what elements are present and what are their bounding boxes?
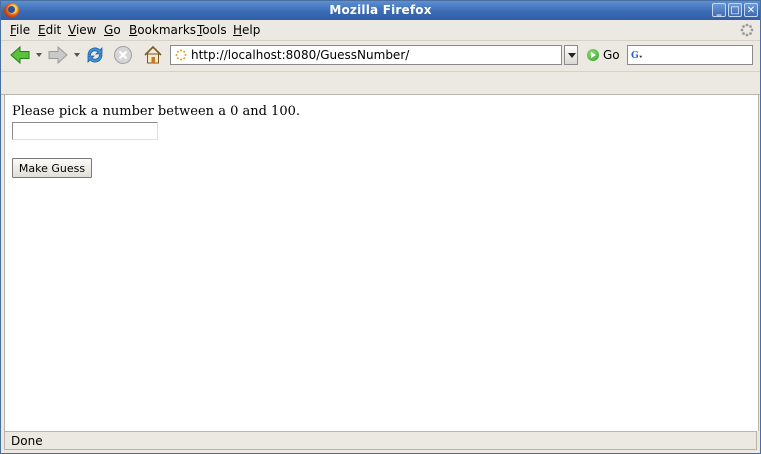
loading-favicon-icon (175, 49, 187, 61)
go-label: Go (603, 48, 620, 62)
svg-text:G: G (631, 51, 639, 61)
url-bar[interactable] (170, 45, 562, 65)
status-text: Done (11, 434, 43, 448)
forward-arrow-icon[interactable] (47, 45, 69, 65)
maximize-button[interactable]: □ (728, 3, 742, 17)
home-icon[interactable] (142, 44, 164, 66)
google-search-engine-icon[interactable]: G (631, 49, 643, 61)
go-arrow-icon (587, 49, 599, 61)
make-guess-button[interactable]: Make Guess (12, 158, 92, 178)
guess-input[interactable] (12, 122, 158, 140)
window-title: Mozilla Firefox (329, 3, 432, 17)
menu-go[interactable]: Go (104, 23, 121, 37)
menu-tools[interactable]: Tools (197, 23, 227, 37)
menu-view[interactable]: View (68, 23, 96, 37)
guess-prompt: Please pick a number between a 0 and 100… (12, 104, 300, 119)
reload-icon[interactable] (84, 44, 106, 66)
minimize-button[interactable]: _ (712, 3, 726, 17)
stop-icon[interactable] (113, 45, 133, 65)
menu-help[interactable]: Help (233, 23, 260, 37)
back-history-dropdown-icon[interactable] (36, 53, 42, 57)
throbber-icon (740, 23, 754, 37)
back-arrow-icon[interactable] (9, 45, 31, 65)
url-input[interactable] (191, 47, 557, 63)
search-input[interactable] (650, 47, 748, 63)
menu-edit[interactable]: Edit (38, 23, 61, 37)
navigation-toolbar: Go G (1, 41, 760, 72)
menu-file[interactable]: File (10, 23, 30, 37)
title-bar[interactable]: Mozilla Firefox _ □ ✕ (1, 1, 760, 20)
status-bar: Done (4, 431, 757, 450)
close-button[interactable]: ✕ (744, 3, 758, 17)
search-box[interactable]: G (627, 45, 753, 65)
url-history-dropdown-button[interactable] (564, 45, 578, 65)
browser-window: Mozilla Firefox _ □ ✕ File Edit View Go … (0, 0, 761, 454)
forward-history-dropdown-icon[interactable] (74, 53, 80, 57)
menu-bookmarks[interactable]: Bookmarks (129, 23, 196, 37)
menu-bar: File Edit View Go Bookmarks Tools Help (1, 20, 760, 41)
page-content: Please pick a number between a 0 and 100… (4, 95, 759, 431)
bookmarks-toolbar (1, 72, 760, 95)
